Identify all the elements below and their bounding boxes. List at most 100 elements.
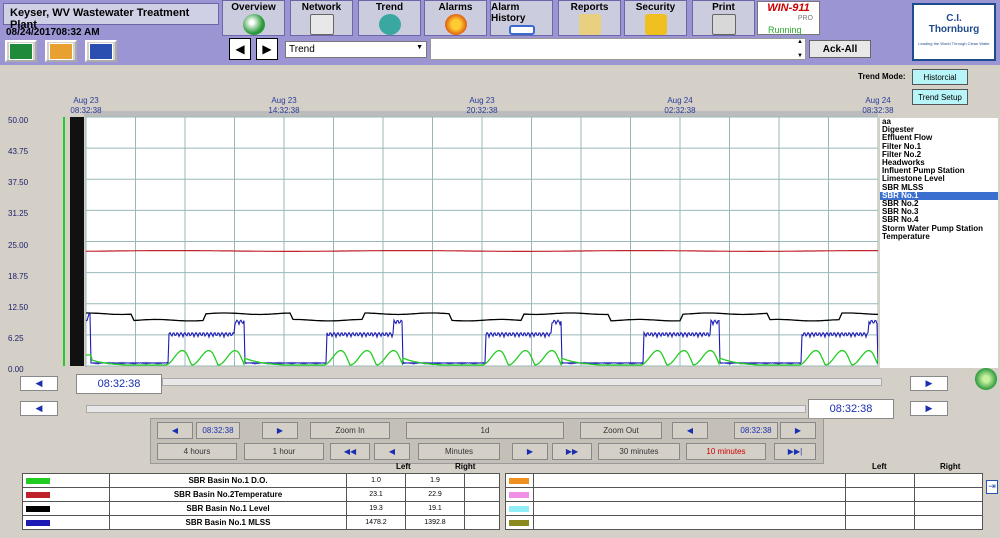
legend2-left-header: Left	[872, 462, 887, 471]
series-color-swatch	[509, 491, 529, 498]
start-forward-button[interactable]: ▶	[262, 422, 298, 439]
y-tick-label: 18.75	[8, 271, 29, 281]
y-tick-label: 6.25	[8, 333, 24, 343]
time-scrollbar-2[interactable]	[86, 405, 806, 413]
legend-right-value: 1.9	[405, 473, 465, 488]
series-color-swatch	[509, 477, 529, 484]
span-4-hours-button[interactable]: 4 hours	[157, 443, 237, 460]
triangle-right-icon: ▶	[925, 403, 933, 413]
nav-network[interactable]: Network	[290, 0, 353, 36]
legend-row[interactable]	[505, 515, 984, 530]
fast-forward-button[interactable]: ▶▶	[552, 443, 592, 460]
triangle-left-icon: ◀	[235, 42, 245, 56]
scroll-right-button[interactable]: ▶	[910, 376, 948, 391]
trend-select[interactable]: Trend ▼	[285, 41, 427, 58]
legend2-right-header: Right	[940, 462, 961, 471]
legend-left-header: Left	[396, 462, 411, 471]
triangle-left-icon: ◀	[686, 426, 694, 435]
chevron-down-icon: ▼	[416, 44, 423, 51]
x-tick-date: Aug 23	[469, 96, 495, 105]
refresh-icon[interactable]	[975, 368, 997, 390]
trend-setup-button[interactable]: Trend Setup	[912, 89, 968, 105]
company-logo: C.I. Thornburg Leading the World Through…	[912, 3, 996, 61]
plant-title: Keyser, WV Wastewater Treatment Plant	[3, 3, 219, 31]
nav-reports[interactable]: Reports	[558, 0, 621, 36]
x-tick-date: Aug 23	[271, 96, 297, 105]
padlock-icon	[644, 14, 667, 35]
y-tick-label: 25.00	[8, 240, 29, 250]
start-back-button[interactable]: ◀	[157, 422, 193, 439]
legend-row[interactable]	[505, 501, 984, 516]
y-tick-label: 43.75	[8, 147, 29, 157]
step-back-button[interactable]: ◀	[374, 443, 410, 460]
legend-row[interactable]: SBR Basin No.1 MLSS 1478.2 1392.8	[22, 515, 500, 530]
legend-table-2	[505, 473, 984, 530]
trend-chart	[0, 103, 878, 373]
scroll-left-button[interactable]: ◀	[20, 376, 58, 391]
legend-series-name: SBR Basin No.1 D.O.	[109, 473, 347, 488]
triangle-right-icon: ▶	[276, 426, 284, 435]
zoom-out-button[interactable]: Zoom Out	[580, 422, 662, 439]
end-forward-button[interactable]: ▶	[780, 422, 816, 439]
historical-mode-button[interactable]: Historcial	[912, 69, 968, 85]
scroll-left-button-2[interactable]: ◀	[20, 401, 58, 416]
step-forward-button[interactable]: ▶	[512, 443, 548, 460]
legend-row[interactable]	[505, 487, 984, 502]
x-tick-time: 14:32:38	[268, 106, 300, 115]
nav-trend[interactable]: Trend	[358, 0, 421, 36]
ack-all-button[interactable]: Ack-All	[809, 40, 871, 58]
span-10-minutes-button[interactable]: 10 minutes	[686, 443, 766, 460]
y-tick-label: 31.25	[8, 209, 29, 219]
x-tick-time: 02:32:38	[664, 106, 696, 115]
skip-end-icon: ▶▶|	[787, 447, 803, 456]
legend-series-name: SBR Basin No.1 MLSS	[109, 515, 347, 530]
triangle-right-icon: ▶	[794, 426, 802, 435]
nav-overview[interactable]: Overview	[222, 0, 285, 36]
chart-left-time: 08:32:38	[76, 374, 162, 394]
nav-security[interactable]: Security	[624, 0, 687, 36]
span-field[interactable]: 1d	[406, 422, 564, 439]
y-axis-bar	[70, 117, 84, 366]
y-tick-label: 12.50	[8, 302, 29, 312]
export-icon[interactable]: ⇥	[986, 480, 998, 494]
span-1-hour-button[interactable]: 1 hour	[244, 443, 324, 460]
span-30-minutes-button[interactable]: 30 minutes	[598, 443, 680, 460]
triangle-right-icon: ▶	[526, 447, 534, 456]
bell-icon	[444, 14, 467, 35]
nav-alarms[interactable]: Alarms	[424, 0, 487, 36]
fast-back-button[interactable]: ◀◀	[330, 443, 370, 460]
word-button[interactable]	[85, 40, 117, 62]
prev-trend-button[interactable]: ◀	[229, 38, 251, 60]
end-time-field[interactable]: 08:32:38	[734, 422, 778, 439]
start-time-field[interactable]: 08:32:38	[196, 422, 240, 439]
scroll-right-button-2[interactable]: ▶	[910, 401, 948, 416]
excel-button[interactable]	[5, 40, 37, 62]
unit-minutes-field[interactable]: Minutes	[418, 443, 500, 460]
next-trend-button[interactable]: ▶	[256, 38, 278, 60]
legend-row[interactable]: SBR Basin No.1 Level 19.3 19.1	[22, 501, 500, 516]
series-color-swatch	[509, 519, 529, 526]
nav-print[interactable]: Print	[692, 0, 755, 36]
series-color-swatch	[26, 477, 50, 484]
notes-button[interactable]	[45, 40, 77, 62]
triangle-left-icon: ◀	[388, 447, 396, 456]
time-scrollbar[interactable]	[162, 378, 882, 386]
y-tick-label: 0.00	[8, 365, 24, 374]
end-back-button[interactable]: ◀	[672, 422, 708, 439]
y-tick-label: 37.50	[8, 178, 29, 188]
x-tick-time: 20:32:38	[466, 106, 498, 115]
jump-to-end-button[interactable]: ▶▶|	[774, 443, 816, 460]
x-tick-date: Aug 24	[865, 96, 891, 105]
series-color-swatch	[26, 519, 50, 526]
tag-list-item[interactable]: Temperature	[880, 232, 998, 241]
trend-tag-list[interactable]: aa Digester Effluent Flow Filter No.1 Filter…	[880, 117, 998, 368]
alarm-message-box[interactable]: ▲ ▼	[430, 38, 806, 60]
word-icon	[89, 42, 113, 60]
nav-alarm-history[interactable]: Alarm History	[490, 0, 553, 36]
legend-row[interactable]: SBR Basin No.1 D.O. 1.0 1.9	[22, 473, 500, 488]
folder-icon	[578, 14, 601, 35]
legend-row[interactable]: SBR Basin No.2Temperature 23.1 22.9	[22, 487, 500, 502]
legend-row[interactable]	[505, 473, 984, 488]
zoom-in-button[interactable]: Zoom In	[310, 422, 390, 439]
x-tick-time: 08:32:38	[70, 106, 102, 115]
